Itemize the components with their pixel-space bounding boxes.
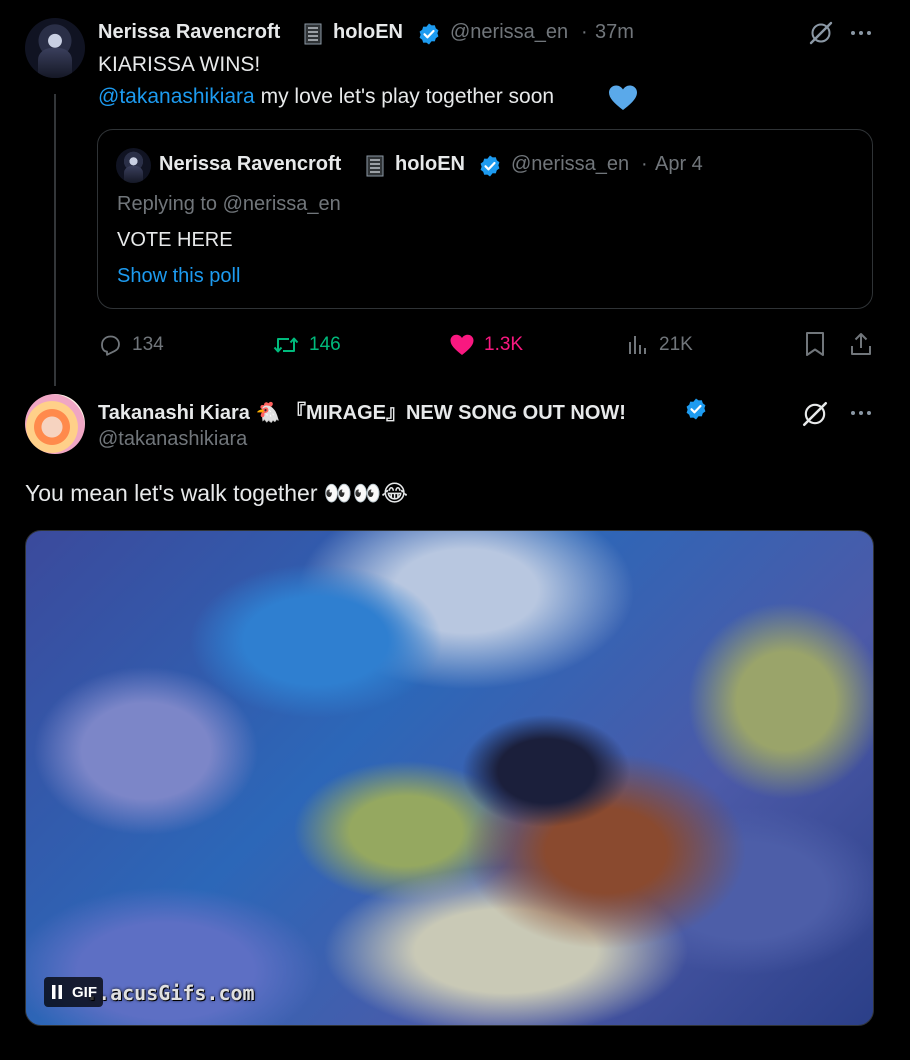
views-count: 21K (659, 334, 693, 355)
reply-count: 134 (132, 334, 164, 355)
author-name[interactable]: Takanashi Kiara 🐔 『MIRAGE』NEW SONG OUT N… (98, 396, 626, 425)
blue-heart-icon (609, 85, 637, 110)
avatar[interactable] (25, 18, 85, 78)
grok-icon[interactable] (801, 400, 829, 428)
thread-connector-line (54, 94, 56, 386)
pause-button[interactable] (44, 977, 70, 1007)
verified-icon (686, 398, 706, 420)
more-icon[interactable] (849, 24, 873, 42)
author-name-suffix[interactable]: holoEN (333, 21, 403, 44)
quote-date[interactable]: Apr 4 (655, 153, 703, 176)
grok-icon[interactable] (808, 20, 834, 46)
quote-name-badge-icon (366, 155, 384, 177)
quote-text: VOTE HERE (117, 229, 233, 251)
quote-avatar[interactable] (116, 148, 151, 183)
quote-verified-icon (480, 155, 500, 177)
avatar[interactable] (25, 394, 85, 454)
tweet-time[interactable]: 37m (595, 21, 634, 44)
timeline: Nerissa Ravencroft holoEN @nerissa_en · … (0, 0, 910, 1060)
tweet-text-body: my love let's play together soon (260, 85, 555, 108)
mention-link[interactable]: @takanashikiara (98, 85, 255, 108)
gif-controls[interactable]: GIF (44, 977, 103, 1007)
quote-author-handle[interactable]: @nerissa_en (511, 153, 629, 176)
author-name[interactable]: Nerissa Ravencroft (98, 21, 280, 44)
quote-separator-dot: · (641, 153, 648, 175)
author-name-tail: 『MIRAGE』NEW SONG OUT NOW! (285, 402, 626, 424)
more-icon[interactable] (849, 404, 873, 422)
retweet-icon (273, 337, 299, 353)
verified-icon (419, 23, 439, 45)
reply-icon (101, 335, 120, 356)
name-badge-icon (304, 23, 322, 45)
gif-badge: GIF (72, 983, 97, 1001)
gif-media[interactable]: ..acusGifs.com GIF (25, 530, 874, 1026)
tweet-text-line1: KIARISSA WINS! (98, 53, 261, 76)
share-icon[interactable] (849, 331, 873, 357)
author-handle[interactable]: @nerissa_en (450, 21, 568, 44)
quote-replying-to: Replying to @nerissa_en (117, 193, 341, 215)
pause-icon (52, 985, 62, 999)
quote-author-name[interactable]: Nerissa Ravencroft (159, 153, 341, 176)
views-icon (629, 336, 646, 354)
tweet-text: You mean let's walk together 👀👀😂 (25, 480, 409, 506)
retweet-button[interactable]: 146 (273, 332, 341, 358)
tweet-text-emoji: 👀👀😂 (323, 480, 409, 506)
show-poll-link[interactable]: Show this poll (117, 265, 240, 288)
views-button[interactable]: 21K (627, 332, 693, 358)
reply-button[interactable]: 134 (98, 332, 164, 358)
like-button[interactable]: 1.3K (450, 332, 523, 358)
bookmark-icon[interactable] (804, 331, 826, 357)
like-count: 1.3K (484, 334, 524, 355)
author-handle[interactable]: @takanashikiara (98, 428, 247, 451)
author-name-emoji: 🐔 (255, 402, 281, 424)
gif-watermark: ..acusGifs.com (86, 981, 255, 1005)
tweet-text-line2: @takanashikiara my love let's play toget… (98, 85, 554, 109)
like-icon (450, 334, 474, 355)
separator-dot: · (581, 21, 588, 43)
retweet-count: 146 (309, 334, 341, 355)
quote-author-name-suffix[interactable]: holoEN (395, 153, 465, 176)
quote-tweet-card[interactable]: Nerissa Ravencroft holoEN @nerissa_en · … (97, 129, 873, 309)
